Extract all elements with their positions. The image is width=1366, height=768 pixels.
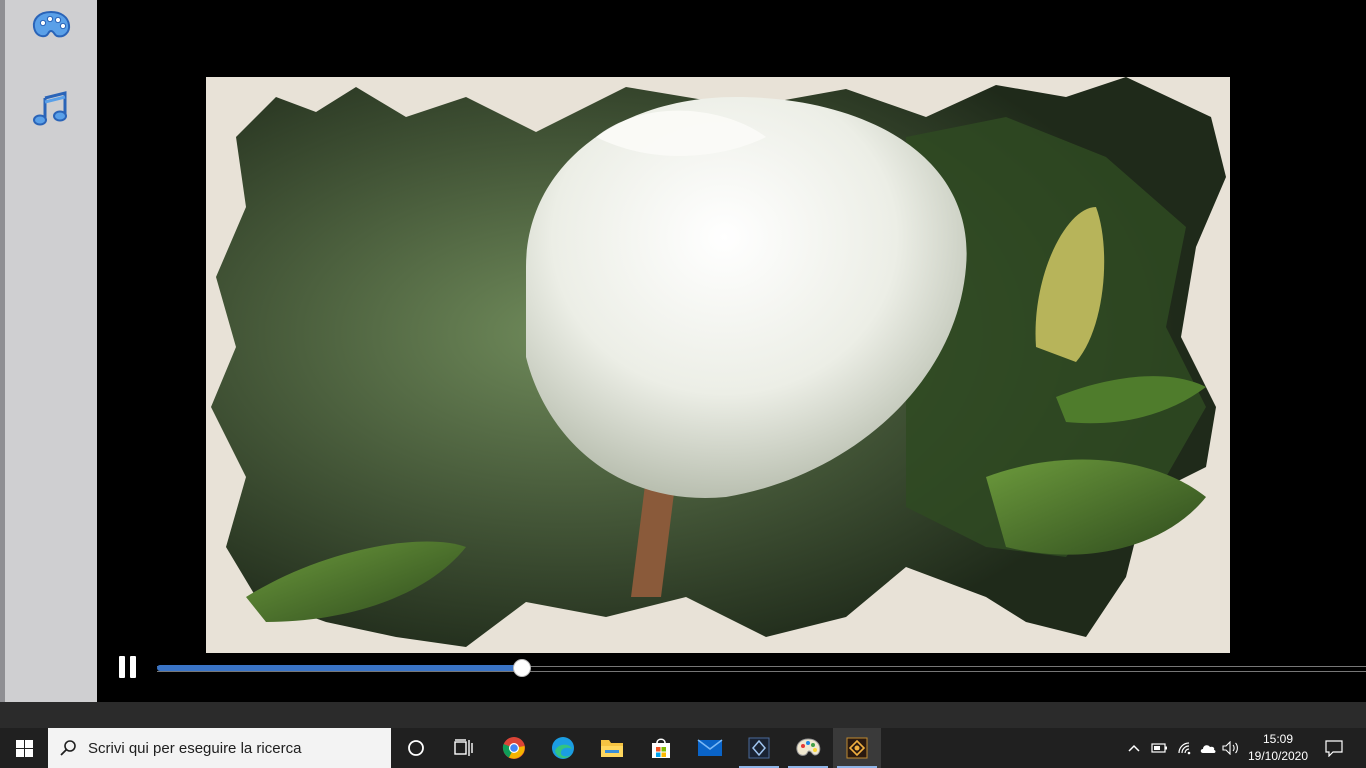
paint-icon	[796, 738, 821, 756]
seek-progress	[157, 665, 522, 671]
chrome-button[interactable]	[490, 728, 538, 768]
palette-button[interactable]	[29, 4, 73, 48]
paint-button[interactable]	[784, 728, 832, 768]
action-center-button[interactable]	[1316, 728, 1352, 768]
music-button[interactable]	[29, 86, 73, 130]
window-bottom-strip	[0, 702, 1366, 728]
app-icon	[748, 737, 770, 759]
video-frame[interactable]	[206, 77, 1230, 653]
side-panel	[0, 0, 97, 702]
taskbar-clock[interactable]: 15:09 19/10/2020	[1240, 728, 1316, 768]
network-button[interactable]	[1173, 728, 1197, 768]
cortana-icon	[408, 740, 424, 756]
mail-button[interactable]	[686, 728, 734, 768]
microsoft-store-button[interactable]	[637, 728, 685, 768]
video-editor-button[interactable]	[833, 728, 881, 768]
search-placeholder: Scrivi qui per eseguire la ricerca	[88, 739, 302, 757]
cortana-button[interactable]	[392, 728, 440, 768]
pause-icon-bar-right	[130, 656, 136, 678]
video-editor-icon	[846, 737, 868, 759]
music-note-icon	[33, 91, 67, 126]
speaker-icon	[1222, 741, 1238, 755]
video-image	[206, 77, 1230, 653]
onedrive-button[interactable]	[1196, 728, 1220, 768]
wifi-icon	[1178, 742, 1191, 755]
start-button[interactable]	[0, 728, 48, 768]
edge-icon	[552, 737, 574, 759]
video-player	[97, 0, 1366, 702]
file-explorer-icon	[601, 740, 623, 757]
battery-button[interactable]	[1147, 728, 1171, 768]
pause-icon-bar-left	[119, 656, 125, 678]
battery-icon	[1151, 743, 1167, 753]
clock-date: 19/10/2020	[1247, 749, 1309, 763]
seek-bar[interactable]	[157, 659, 1366, 677]
mail-icon	[697, 739, 723, 756]
show-hidden-icons-button[interactable]	[1124, 728, 1144, 768]
task-view-icon	[454, 739, 473, 756]
windows-logo-icon	[15, 739, 33, 757]
file-explorer-button[interactable]	[588, 728, 636, 768]
search-icon	[48, 739, 88, 757]
cloud-icon	[1200, 745, 1216, 753]
taskbar-search-box[interactable]: Scrivi qui per eseguire la ricerca	[48, 728, 391, 768]
microsoft-store-icon	[652, 738, 670, 758]
app-button[interactable]	[735, 728, 783, 768]
task-view-button[interactable]	[440, 728, 488, 768]
taskbar: Scrivi qui per eseguire la ricerca 15:09…	[0, 728, 1366, 768]
pause-button[interactable]	[118, 656, 138, 678]
seek-thumb[interactable]	[513, 659, 531, 677]
palette-icon	[32, 10, 71, 38]
notification-icon	[1325, 739, 1343, 757]
chevron-up-icon	[1128, 744, 1140, 752]
clock-time: 15:09	[1262, 732, 1294, 746]
edge-button[interactable]	[539, 728, 587, 768]
chrome-icon	[502, 737, 525, 759]
